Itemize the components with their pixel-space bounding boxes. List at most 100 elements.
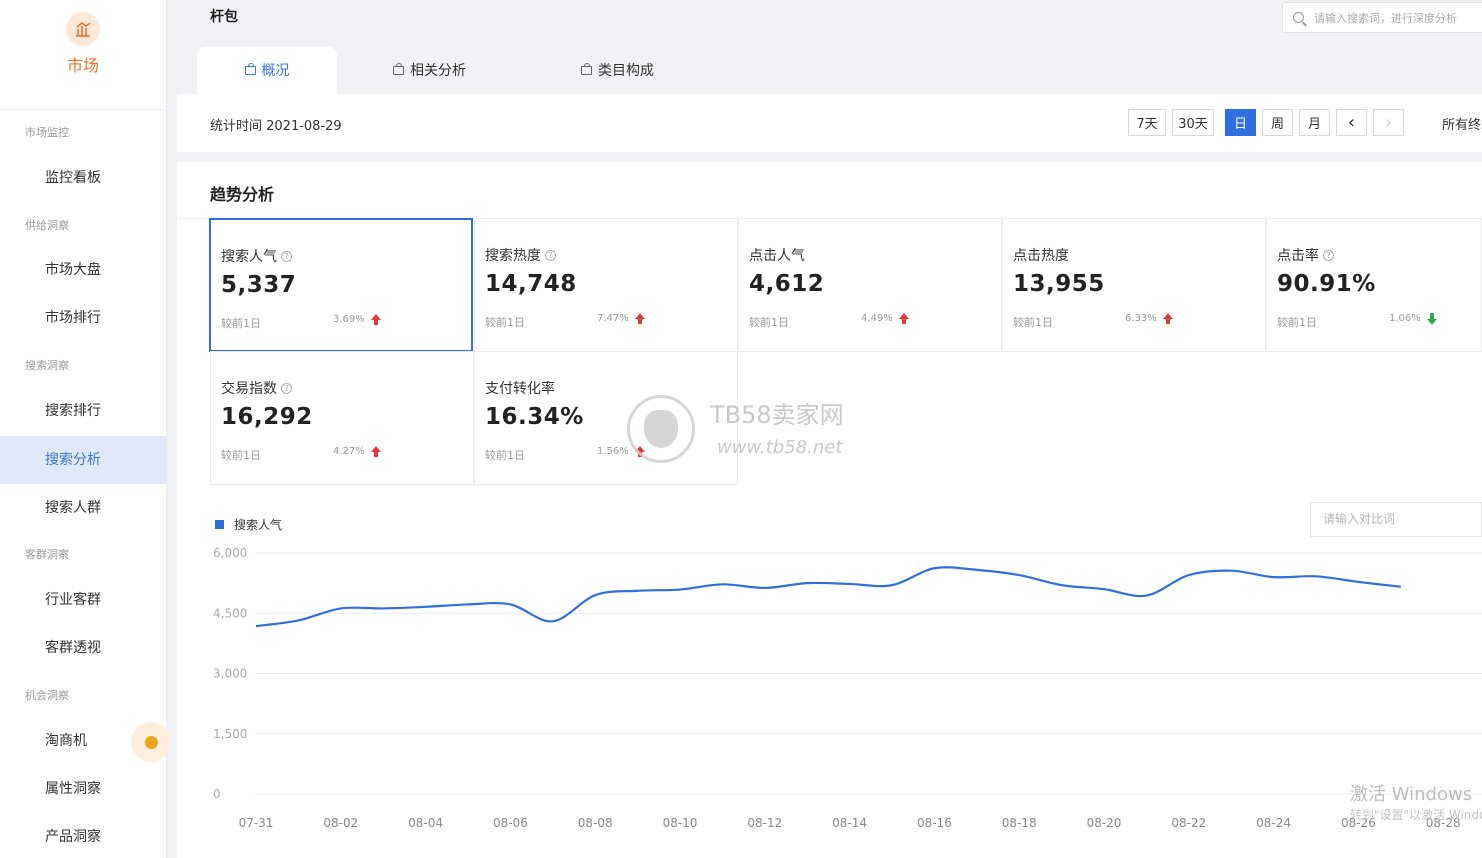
help-icon[interactable]: ? (281, 250, 292, 262)
x-tick-label: 08-06 (493, 816, 528, 830)
metric-change: 4.49% (861, 312, 909, 324)
series-line (255, 566, 1401, 628)
search-input[interactable]: 请输入搜索词，进行深度分析 (1282, 2, 1482, 33)
metric-value: 16.34% (485, 404, 584, 430)
metric-card-search-heat[interactable]: 搜索热度? 14,748 较前1日 7.47% (474, 218, 738, 352)
sidebar-item-search-analysis[interactable]: 搜索分析 (0, 436, 166, 484)
metric-label: 点击人气 (749, 248, 805, 264)
x-tick-label: 08-02 (323, 816, 358, 830)
sidebar-item-attribute-insight[interactable]: 属性洞察 (0, 765, 166, 813)
tab-label: 类目构成 (598, 62, 654, 79)
range-7d-button[interactable]: 7天 (1128, 109, 1166, 136)
x-tick-label: 08-14 (832, 816, 867, 830)
y-tick-label: 4,500 (213, 606, 247, 620)
metric-change: 6.33% (1125, 312, 1173, 324)
sidebar-item-market-overview[interactable]: 市场大盘 (0, 246, 166, 294)
app-root: 市场 市场监控 监控看板 供给洞察 市场大盘 市场排行 搜索洞察 搜索排行 搜索… (0, 0, 1482, 858)
stat-time: 统计时间 2021-08-29 (210, 119, 342, 134)
sidebar-item-market-ranking[interactable]: 市场排行 (0, 294, 166, 342)
metric-label: 交易指数? (221, 378, 292, 398)
metric-card-search-popularity[interactable]: 搜索人气? 5,337 较前1日 3.69% (209, 218, 473, 352)
arrow-up-icon (634, 445, 645, 457)
search-placeholder: 请输入搜索词，进行深度分析 (1314, 11, 1457, 25)
arrow-down-icon (1426, 312, 1437, 325)
nav-group-label: 机会洞察 (25, 689, 69, 702)
metric-compare-label: 较前1日 (485, 316, 525, 329)
y-tick-label: 6,000 (213, 546, 247, 560)
x-tick-label: 08-04 (408, 816, 443, 830)
sidebar-item-product-insight[interactable]: 产品洞察 (0, 813, 166, 858)
tab-label: 相关分析 (410, 62, 466, 79)
tab-overview[interactable]: 概况 (197, 47, 337, 94)
metric-compare-label: 较前1日 (221, 449, 261, 462)
metric-label: 搜索人气? (221, 246, 292, 266)
metric-label: 搜索热度? (485, 245, 556, 265)
help-icon[interactable]: ? (545, 249, 556, 261)
metric-value: 13,955 (1013, 271, 1105, 297)
bag-icon (244, 63, 256, 75)
metric-change: 7.47% (597, 312, 645, 324)
y-tick-label: 1,500 (213, 727, 247, 741)
metric-change: 3.69% (333, 313, 381, 325)
sidebar-item-customer-insight[interactable]: 客群透视 (0, 624, 166, 672)
metric-compare-label: 较前1日 (749, 316, 789, 329)
metric-compare-label: 较前1日 (1013, 316, 1053, 329)
metric-compare-label: 较前1日 (221, 317, 261, 330)
metric-compare-label: 较前1日 (1277, 316, 1317, 329)
x-tick-label: 08-08 (578, 816, 613, 830)
range-day-button[interactable]: 日 (1225, 109, 1256, 136)
metric-card-click-popularity[interactable]: 点击人气 4,612 较前1日 4.49% (738, 218, 1002, 352)
metric-value: 16,292 (221, 404, 313, 430)
metric-label: 支付转化率 (485, 381, 555, 397)
metric-card-click-rate[interactable]: 点击率? 90.91% 较前1日 1.06% (1266, 218, 1482, 352)
metric-value: 5,337 (221, 272, 297, 298)
time-filter-bar: 统计时间 2021-08-29 7天 30天 日 周 月 ‹ › 所有终端 (177, 94, 1482, 152)
sidebar-item-search-crowd[interactable]: 搜索人群 (0, 484, 166, 532)
help-icon[interactable]: ? (1323, 249, 1334, 261)
next-date-button[interactable]: › (1373, 109, 1404, 136)
sidebar-item-search-ranking[interactable]: 搜索排行 (0, 387, 166, 435)
y-tick-label: 3,000 (213, 667, 247, 681)
prev-date-button[interactable]: ‹ (1336, 109, 1367, 136)
arrow-up-icon (1162, 312, 1173, 324)
metric-card-click-heat[interactable]: 点击热度 13,955 较前1日 6.33% (1002, 218, 1266, 352)
market-chart-icon (66, 12, 100, 46)
metric-compare-label: 较前1日 (485, 449, 525, 462)
x-tick-label: 07-31 (239, 816, 274, 830)
x-tick-label: 08-24 (1256, 816, 1291, 830)
metric-card-pay-conversion[interactable]: 支付转化率 16.34% 较前1日 1.56% (474, 351, 738, 485)
x-tick-label: 08-16 (917, 816, 952, 830)
arrow-up-icon (370, 313, 381, 325)
range-week-button[interactable]: 周 (1262, 109, 1293, 136)
arrow-up-icon (898, 312, 909, 324)
metric-change: 1.06% (1389, 312, 1437, 325)
metric-card-trade-index[interactable]: 交易指数? 16,292 较前1日 4.27% (210, 351, 474, 485)
tab-related-analysis[interactable]: 相关分析 (393, 47, 466, 94)
panel-title: 趋势分析 (210, 185, 275, 204)
tab-category-composition[interactable]: 类目构成 (581, 47, 654, 94)
metric-label: 点击率? (1277, 245, 1334, 265)
activate-windows-notice: 激活 Windows (1350, 784, 1473, 805)
nav-group-label: 客群洞察 (25, 548, 69, 561)
brand[interactable]: 市场 (0, 0, 166, 110)
x-tick-label: 08-18 (1002, 816, 1037, 830)
new-badge-dot (131, 722, 171, 762)
range-month-button[interactable]: 月 (1299, 109, 1330, 136)
sidebar-item-industry-customers[interactable]: 行业客群 (0, 576, 166, 624)
metric-label: 点击热度 (1013, 248, 1069, 264)
metric-value: 4,612 (749, 271, 825, 297)
terminal-select[interactable]: 所有终端 (1442, 114, 1482, 133)
y-tick-label: 0 (213, 787, 221, 801)
search-icon (1293, 12, 1304, 23)
sidebar-item-monitor-board[interactable]: 监控看板 (0, 154, 166, 202)
nav-group-label: 搜索洞察 (25, 359, 69, 372)
range-30d-button[interactable]: 30天 (1172, 109, 1214, 136)
nav-group-label: 供给洞察 (25, 219, 69, 232)
metric-change: 4.27% (333, 445, 381, 457)
arrow-up-icon (370, 445, 381, 457)
header: 杆包 请输入搜索词，进行深度分析 概况 相关分析 类目构成 (177, 0, 1482, 94)
help-icon[interactable]: ? (281, 382, 292, 394)
tab-label: 概况 (261, 62, 290, 79)
nav-group-label: 市场监控 (25, 126, 69, 139)
activate-windows-hint: 转到"设置"以激活 Windows。 (1350, 808, 1482, 822)
